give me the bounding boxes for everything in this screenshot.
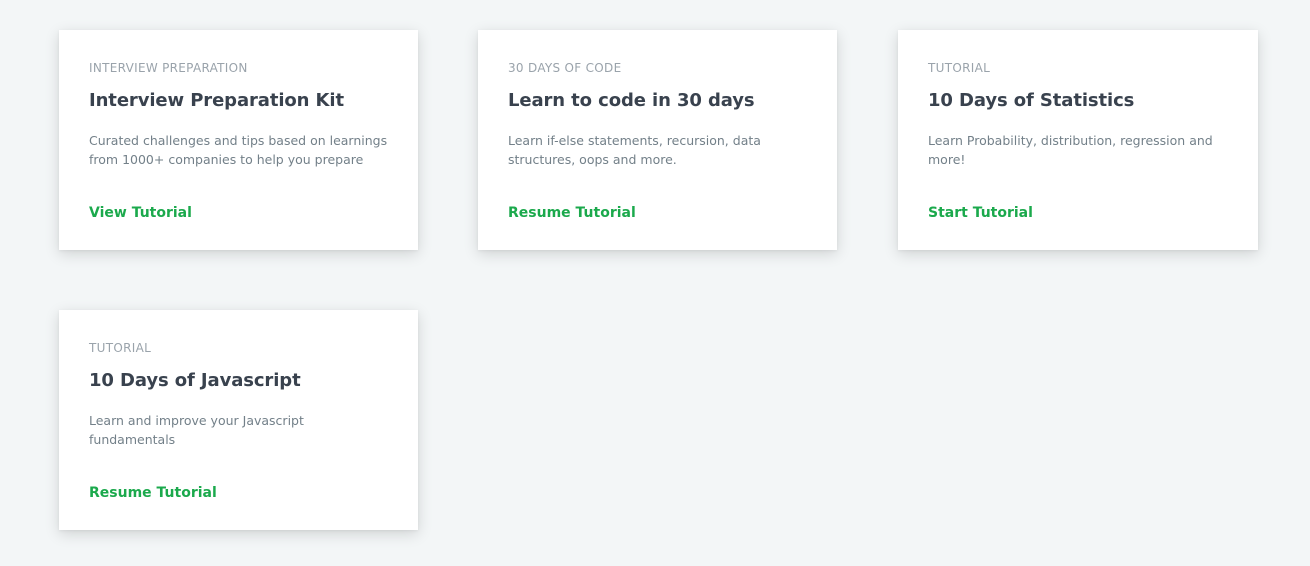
- card-title: Interview Preparation Kit: [89, 90, 344, 111]
- card-title: 10 Days of Statistics: [928, 90, 1135, 111]
- tutorial-card-10-days-of-javascript[interactable]: TUTORIAL 10 Days of Javascript Learn and…: [59, 310, 418, 530]
- tutorial-card-10-days-of-statistics[interactable]: TUTORIAL 10 Days of Statistics Learn Pro…: [898, 30, 1258, 250]
- card-category: INTERVIEW PREPARATION: [89, 61, 248, 75]
- card-category: TUTORIAL: [89, 341, 152, 355]
- card-description: Learn Probability, distribution, regress…: [928, 133, 1213, 167]
- view-tutorial-link[interactable]: View Tutorial: [89, 204, 192, 222]
- resume-tutorial-link[interactable]: Resume Tutorial: [89, 484, 217, 502]
- card-description: Curated challenges and tips based on lea…: [89, 133, 388, 167]
- card-category: TUTORIAL: [928, 61, 991, 75]
- card-description: Learn if-else statements, recursion, dat…: [508, 133, 761, 167]
- card-description: Learn and improve your Javascript fundam…: [89, 413, 304, 447]
- card-title: 10 Days of Javascript: [89, 370, 301, 391]
- card-category: 30 DAYS OF CODE: [508, 61, 622, 75]
- card-title: Learn to code in 30 days: [508, 90, 755, 111]
- start-tutorial-link[interactable]: Start Tutorial: [928, 204, 1033, 222]
- resume-tutorial-link[interactable]: Resume Tutorial: [508, 204, 636, 222]
- tutorial-card-30-days-of-code[interactable]: 30 DAYS OF CODE Learn to code in 30 days…: [478, 30, 837, 250]
- tutorial-card-interview-preparation-kit[interactable]: INTERVIEW PREPARATION Interview Preparat…: [59, 30, 418, 250]
